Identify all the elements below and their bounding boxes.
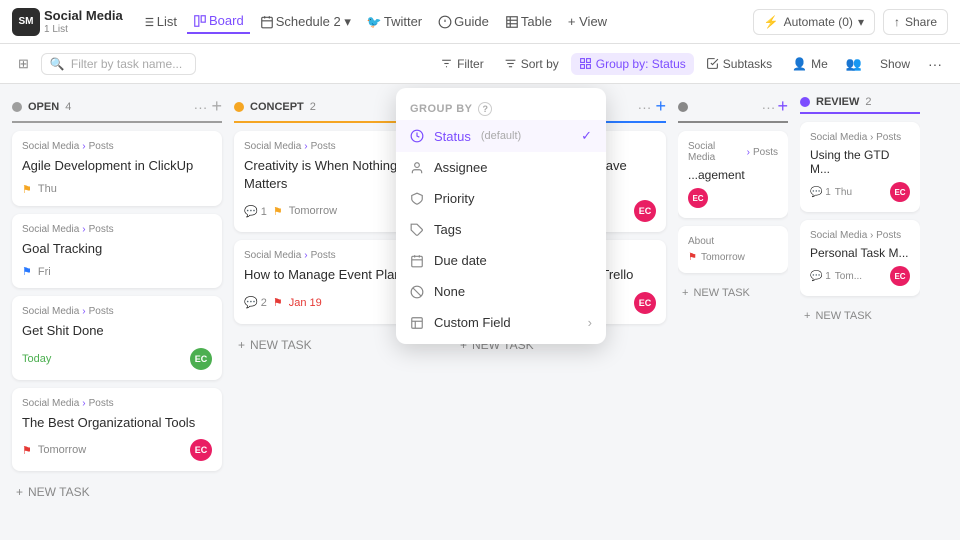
dropdown-item-status[interactable]: Status (default) ✓ — [396, 120, 606, 152]
sort-label: Sort by — [521, 57, 559, 71]
list-icon — [141, 15, 155, 29]
nav-tab-board-label: Board — [209, 13, 244, 28]
show-button[interactable]: Show — [872, 53, 918, 75]
more-options-button[interactable]: ··· — [922, 52, 948, 76]
info-icon: ? — [478, 102, 492, 116]
nav-tab-schedule[interactable]: Schedule 2 ▾ — [254, 10, 357, 34]
dropdown-item-due-date[interactable]: Due date — [396, 245, 606, 276]
check-icon: ✓ — [581, 128, 592, 144]
board: OPEN 4 ··· + Social Media › Posts Agile … — [0, 84, 960, 540]
topbar: SM Social Media 1 List List Board Schedu… — [0, 0, 960, 44]
nav-tab-table[interactable]: Table — [499, 10, 558, 33]
nav-tab-table-label: Table — [521, 14, 552, 29]
filter-layout-icon[interactable]: ⊞ — [12, 52, 35, 76]
automate-label: Automate (0) — [784, 15, 853, 29]
guide-icon — [438, 15, 452, 29]
workspace-icon: SM — [12, 8, 40, 36]
people-icon[interactable]: 👥 — [840, 52, 868, 76]
status-icon — [410, 129, 424, 143]
due-date-icon — [410, 254, 424, 268]
custom-field-item-label: Custom Field — [434, 315, 511, 330]
group-label: Group by: Status — [596, 57, 686, 71]
automate-icon: ⚡ — [764, 15, 779, 29]
me-icon: 👤 — [792, 57, 807, 71]
subtasks-label: Subtasks — [723, 57, 772, 71]
filter-label: Filter — [457, 57, 484, 71]
nav-tab-view[interactable]: + View — [562, 10, 613, 33]
assignee-icon — [410, 161, 424, 175]
none-icon — [410, 285, 424, 299]
automate-button[interactable]: ⚡ Automate (0) ▾ — [753, 9, 875, 35]
subtasks-button[interactable]: Subtasks — [698, 53, 780, 75]
table-icon — [505, 15, 519, 29]
dropdown-item-priority[interactable]: Priority — [396, 183, 606, 214]
nav-tab-guide-label: Guide — [454, 14, 489, 29]
status-item-label: Status — [434, 129, 471, 144]
sort-icon — [504, 57, 517, 70]
workspace-name: Social Media — [44, 8, 123, 25]
priority-icon — [410, 192, 424, 206]
nav-tab-schedule-label: Schedule 2 ▾ — [276, 14, 351, 30]
me-button[interactable]: 👤 Me — [784, 53, 836, 75]
share-icon: ↑ — [894, 15, 900, 29]
priority-item-label: Priority — [434, 191, 474, 206]
status-default-label: (default) — [481, 130, 521, 142]
dropdown-item-none[interactable]: None — [396, 276, 606, 307]
twitter-icon: 🐦 — [367, 15, 382, 29]
filter-icon — [440, 57, 453, 70]
search-input[interactable]: 🔍 Filter by task name... — [41, 53, 196, 75]
group-by-dropdown: GROUP BY ? Status (default) ✓ Assignee P… — [396, 88, 606, 344]
nav-tab-board[interactable]: Board — [187, 9, 250, 34]
group-by-label: GROUP BY — [410, 103, 472, 115]
nav-tab-twitter-label: Twitter — [384, 14, 422, 29]
toolbar: ⊞ 🔍 Filter by task name... Filter Sort b… — [0, 44, 960, 84]
subtasks-icon — [706, 57, 719, 70]
share-label: Share — [905, 15, 937, 29]
assignee-item-label: Assignee — [434, 160, 487, 175]
workspace-info: Social Media 1 List — [44, 8, 123, 36]
share-button[interactable]: ↑ Share — [883, 9, 948, 35]
dropdown-header: GROUP BY ? — [396, 94, 606, 120]
nav-tab-list-label: List — [157, 14, 177, 29]
dropdown-overlay[interactable]: GROUP BY ? Status (default) ✓ Assignee P… — [0, 84, 960, 540]
me-label: Me — [811, 57, 828, 71]
custom-field-icon — [410, 316, 424, 330]
schedule-icon — [260, 15, 274, 29]
tags-item-label: Tags — [434, 222, 461, 237]
group-icon — [579, 57, 592, 70]
group-by-button[interactable]: Group by: Status — [571, 53, 694, 75]
filter-button[interactable]: Filter — [432, 53, 492, 75]
nav-tab-list[interactable]: List — [135, 10, 183, 33]
workspace-sub: 1 List — [44, 24, 123, 35]
show-label: Show — [880, 57, 910, 71]
search-placeholder: Filter by task name... — [71, 57, 182, 71]
due-date-item-label: Due date — [434, 253, 487, 268]
board-icon — [193, 14, 207, 28]
nav-tab-guide[interactable]: Guide — [432, 10, 495, 33]
automate-chevron-icon: ▾ — [858, 15, 864, 29]
search-icon: 🔍 — [50, 57, 65, 71]
dropdown-item-tags[interactable]: Tags — [396, 214, 606, 245]
sort-button[interactable]: Sort by — [496, 53, 567, 75]
custom-field-arrow: › — [588, 315, 592, 330]
none-item-label: None — [434, 284, 465, 299]
tags-icon — [410, 223, 424, 237]
nav-tab-twitter[interactable]: 🐦 Twitter — [361, 10, 428, 33]
dropdown-item-custom-field[interactable]: Custom Field › — [396, 307, 606, 338]
dropdown-item-assignee[interactable]: Assignee — [396, 152, 606, 183]
